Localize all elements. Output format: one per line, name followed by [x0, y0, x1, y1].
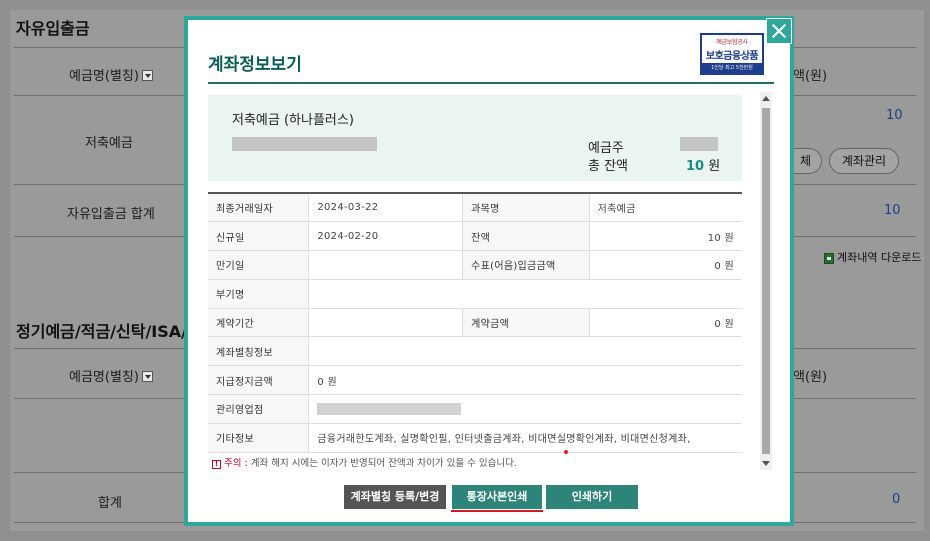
total-balance-label: 총 잔액: [588, 159, 629, 174]
download-link[interactable]: 계좌내역 다운로드: [824, 249, 921, 265]
masked-branch-name: [317, 402, 462, 415]
masked-holder-name: [680, 137, 718, 151]
badge-top-text: 예금보험공사: [716, 39, 748, 46]
sort-dropdown-icon[interactable]: [141, 371, 153, 382]
account-balance: 10: [886, 108, 903, 123]
scroll-up-arrow-icon[interactable]: [762, 96, 770, 101]
account-manage-button[interactable]: 계좌관리: [829, 148, 899, 174]
table-row: 기타정보 금융거래한도계좌, 실명확인필, 인터넷출금계좌, 비대면실명확인계좌…: [208, 423, 742, 453]
account-info-table: 최종거래일자 2024-03-22 과목명 저축예금 신규일 2024-02-2…: [208, 192, 742, 453]
savings-total-label: 자유입출금 합계: [67, 207, 155, 222]
notice-text: ! 주의 : 계좌 해지 시에는 이자가 반영되어 잔액과 차이가 있을 수 있습…: [212, 455, 517, 469]
modal-scroll-content: 저축예금 (하나플러스) 예금주 총 잔액 10 원 최종거래일자 2024-0…: [208, 92, 774, 470]
table-row: 지급정지금액 0 원: [208, 365, 742, 396]
table-row: 계약기간 계약금액 0 원: [208, 308, 742, 338]
deposit-insurance-logo: 예금보험공사 보호금융상품 1인당 최고 5천만원: [700, 33, 764, 75]
col-header-account-name-2: 예금명(별칭): [69, 366, 153, 385]
highlight-underline: [451, 510, 543, 512]
account-name: 저축예금 (하나플러스): [232, 113, 354, 128]
sort-dropdown-icon[interactable]: [141, 70, 153, 81]
scrollbar-thumb[interactable]: [762, 108, 770, 454]
col-header-balance-2: 액(원): [793, 370, 828, 385]
section-title-savings: 자유입출금: [16, 19, 90, 38]
total-balance-value: 10 원: [686, 159, 721, 174]
edit-alias-button[interactable]: 계좌별칭 등록/변경: [344, 485, 446, 509]
holder-label: 예금주: [588, 141, 624, 156]
title-divider: [208, 82, 774, 84]
badge-bottom-text: 1인당 최고 5천만원: [702, 63, 762, 73]
table-row: 부기명: [208, 279, 742, 309]
account-info-modal: 계좌정보보기 예금보험공사 보호금융상품 1인당 최고 5천만원 저축예금 (하…: [184, 16, 794, 526]
table-row: 신규일 2024-02-20 잔액 10 원: [208, 221, 742, 252]
savings-total-value: 10: [884, 203, 901, 218]
warning-icon: !: [212, 460, 221, 469]
deposits-total-label: 합계: [98, 496, 122, 511]
scroll-down-arrow-icon[interactable]: [762, 461, 770, 466]
table-row: 계좌별칭정보: [208, 336, 742, 367]
col-header-account-name: 예금명(별칭): [69, 65, 153, 84]
table-row: 최종거래일자 2024-03-22 과목명 저축예금: [208, 192, 742, 223]
table-row: 관리영업점: [208, 394, 742, 424]
masked-account-number: [232, 137, 377, 151]
close-icon[interactable]: [766, 18, 792, 44]
modal-title: 계좌정보보기: [208, 55, 302, 75]
col-header-balance: 액(원): [793, 69, 828, 84]
table-row: 만기일 수표(어음)입금금액 0 원: [208, 250, 742, 280]
excel-icon: [824, 252, 834, 264]
account-label: 저축예금: [85, 136, 133, 151]
deposits-total-value: 0: [892, 492, 901, 507]
print-passbook-copy-button[interactable]: 통장사본인쇄: [452, 485, 542, 509]
cursor-marker: [564, 450, 568, 454]
vertical-scrollbar[interactable]: [760, 92, 772, 470]
account-summary: 저축예금 (하나플러스) 예금주 총 잔액 10 원: [208, 95, 742, 181]
section-title-deposits: 정기예금/적금/신탁/ISA/: [16, 322, 187, 341]
badge-main-text: 보호금융상품: [705, 51, 759, 62]
print-button[interactable]: 인쇄하기: [546, 485, 638, 509]
transfer-button[interactable]: 체: [790, 148, 822, 174]
